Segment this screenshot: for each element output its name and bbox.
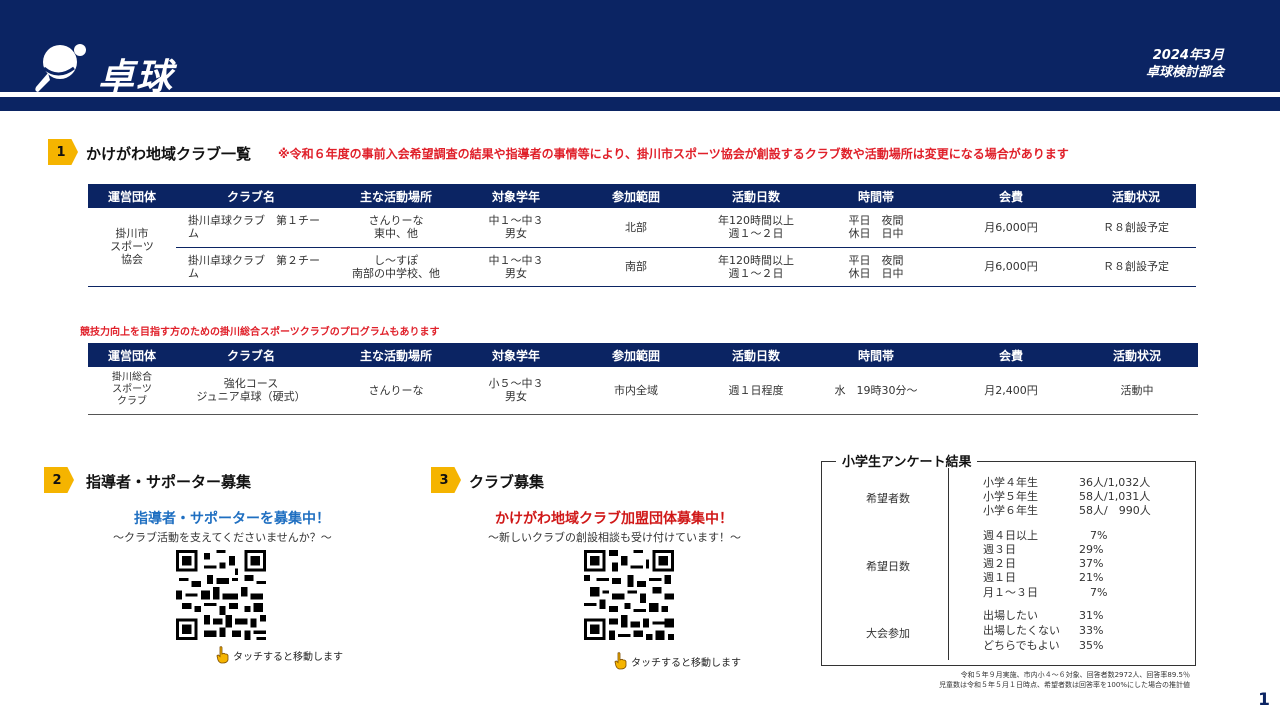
status-cell: 活動中	[1076, 367, 1198, 415]
touch-hint-2: タッチすると移動します	[216, 646, 343, 664]
header-committee: 卓球検討部会	[1145, 65, 1224, 80]
section-3-title: クラブ募集	[469, 473, 545, 491]
place-cell: さんりーな 東中、他	[326, 208, 466, 248]
section-2-badge: 2	[44, 467, 74, 493]
grade-cell: 小５～中３ 男女	[466, 367, 566, 415]
header-bar	[0, 0, 1280, 92]
days-cell: 週１日程度	[706, 367, 806, 415]
section-2-title: 指導者・サポーター募集	[86, 473, 252, 491]
time-cell: 平日 夜間 休日 日中	[806, 208, 946, 248]
survey-row: 月１～３日 7%	[983, 586, 1108, 599]
col-header: クラブ名	[176, 184, 326, 208]
header-date: 2024年3月	[1152, 48, 1224, 63]
org-cell: 掛川総合 スポーツ クラブ	[88, 367, 176, 415]
time-cell: 平日 夜間 休日 日中	[806, 247, 946, 287]
col-header: 活動状況	[1076, 184, 1196, 208]
survey-divider	[948, 468, 949, 660]
col-header: 参加範囲	[566, 343, 706, 367]
table-tennis-paddle-icon	[35, 44, 86, 92]
section-3-sub: ～新しいクラブの創設相談も受け付けています！～	[488, 531, 741, 544]
col-header: 対象学年	[466, 184, 566, 208]
header-info: 2024年3月 卓球検討部会	[1146, 47, 1224, 81]
club-name: 強化コース ジュニア卓球（硬式）	[176, 367, 326, 415]
section-1-title: かけがわ地域クラブ一覧	[86, 145, 252, 163]
survey-title: 小学生アンケート結果	[836, 451, 978, 470]
place-cell: さんりーな	[326, 367, 466, 415]
days-cell: 年120時間以上 週１～２日	[706, 208, 806, 248]
status-cell: Ｒ８創設予定	[1076, 247, 1196, 287]
fee-cell: 月6,000円	[946, 247, 1076, 287]
range-cell: 市内全域	[566, 367, 706, 415]
col-header: 会費	[946, 184, 1076, 208]
section-2-sub: ～クラブ活動を支えてくださいませんか？～	[113, 531, 332, 544]
program-table: 運営団体 クラブ名 主な活動場所 対象学年 参加範囲 活動日数 時間帯 会費 活…	[88, 343, 1198, 415]
col-header: 活動状況	[1076, 343, 1198, 367]
survey-row: 週１日 21%	[983, 571, 1104, 584]
survey-row: 小学６年生 58人/ 990人	[983, 504, 1151, 517]
col-header: 運営団体	[88, 184, 176, 208]
survey-label-days: 希望日数	[866, 560, 910, 573]
page-title: 卓球	[98, 57, 175, 98]
org-cell: 掛川市 スポーツ 協会	[88, 208, 176, 287]
grade-cell: 中１～中３ 男女	[466, 247, 566, 287]
place-cell: し～すぽ 南部の中学校、他	[326, 247, 466, 287]
header-stripe	[0, 97, 1280, 111]
range-cell: 南部	[566, 247, 706, 287]
time-cell: 水 19時30分～	[806, 367, 946, 415]
col-header: 活動日数	[706, 184, 806, 208]
section-3-badge: 3	[431, 467, 461, 493]
survey-row: 週４日以上 7%	[983, 529, 1108, 542]
section-1-note: ※令和６年度の事前入会希望調査の結果や指導者の事情等により、掛川市スポーツ協会が…	[278, 147, 1069, 161]
col-header: 時間帯	[806, 184, 946, 208]
qr-code-icon[interactable]	[176, 550, 266, 640]
table-header-row: 運営団体 クラブ名 主な活動場所 対象学年 参加範囲 活動日数 時間帯 会費 活…	[88, 184, 1196, 208]
section-3-headline: かけがわ地域クラブ加盟団体募集中！	[495, 511, 733, 527]
col-header: 運営団体	[88, 343, 176, 367]
section-2-headline: 指導者・サポーターを募集中！	[134, 511, 330, 527]
col-header: 参加範囲	[566, 184, 706, 208]
status-cell: Ｒ８創設予定	[1076, 208, 1196, 248]
col-header: 対象学年	[466, 343, 566, 367]
survey-label-tournament: 大会参加	[866, 627, 910, 640]
survey-row: 出場したくない 33%	[983, 624, 1104, 637]
col-header: クラブ名	[176, 343, 326, 367]
fee-cell: 月6,000円	[946, 208, 1076, 248]
club-name: 掛川卓球クラブ 第２チーム	[176, 247, 326, 287]
qr-code-icon[interactable]	[584, 550, 674, 640]
survey-row: どちらでもよい 35%	[983, 639, 1104, 652]
days-cell: 年120時間以上 週１～２日	[706, 247, 806, 287]
club-list-table: 運営団体 クラブ名 主な活動場所 対象学年 参加範囲 活動日数 時間帯 会費 活…	[88, 184, 1196, 287]
survey-footnote-2: 児童数は令和５年５月１日時点、希望者数は回答率を100%にした場合の推計値	[938, 681, 1190, 689]
col-header: 主な活動場所	[326, 184, 466, 208]
table-header-row: 運営団体 クラブ名 主な活動場所 対象学年 参加範囲 活動日数 時間帯 会費 活…	[88, 343, 1198, 367]
range-cell: 北部	[566, 208, 706, 248]
grade-cell: 中１～中３ 男女	[466, 208, 566, 248]
pointing-hand-icon	[216, 646, 229, 664]
table-row: 掛川市 スポーツ 協会 掛川卓球クラブ 第１チーム さんりーな 東中、他 中１～中…	[88, 208, 1196, 287]
table-row: 掛川卓球クラブ 第２チーム し～すぽ 南部の中学校、他 中１～中３ 男女 南部 年1…	[88, 247, 1196, 287]
fee-cell: 月2,400円	[946, 367, 1076, 415]
survey-row: 週３日 29%	[983, 543, 1104, 556]
col-header: 主な活動場所	[326, 343, 466, 367]
pointing-hand-icon	[614, 652, 627, 670]
club-name: 掛川卓球クラブ 第１チーム	[176, 208, 326, 248]
col-header: 活動日数	[706, 343, 806, 367]
survey-row: 小学５年生 58人/1,031人	[983, 490, 1151, 503]
survey-footnote-1: 令和５年９月実施、市内小４～６対象、回答者数2972人、回答率89.5％	[960, 671, 1190, 679]
survey-row: 小学４年生 36人/1,032人	[983, 476, 1151, 489]
touch-hint-3: タッチすると移動します	[614, 652, 741, 670]
section-1-badge: 1	[48, 139, 78, 165]
page-number: 1	[1258, 690, 1270, 710]
survey-row: 出場したい 31%	[983, 609, 1104, 622]
col-header: 会費	[946, 343, 1076, 367]
survey-row: 週２日 37%	[983, 557, 1104, 570]
col-header: 時間帯	[806, 343, 946, 367]
table-row: 掛川総合 スポーツ クラブ 強化コース ジュニア卓球（硬式） さんりーな 小５～中３ 男…	[88, 367, 1198, 415]
table2-note: 競技力向上を目指す方のための掛川総合スポーツクラブのプログラムもあります	[80, 327, 440, 338]
survey-label-applicants: 希望者数	[866, 492, 910, 505]
